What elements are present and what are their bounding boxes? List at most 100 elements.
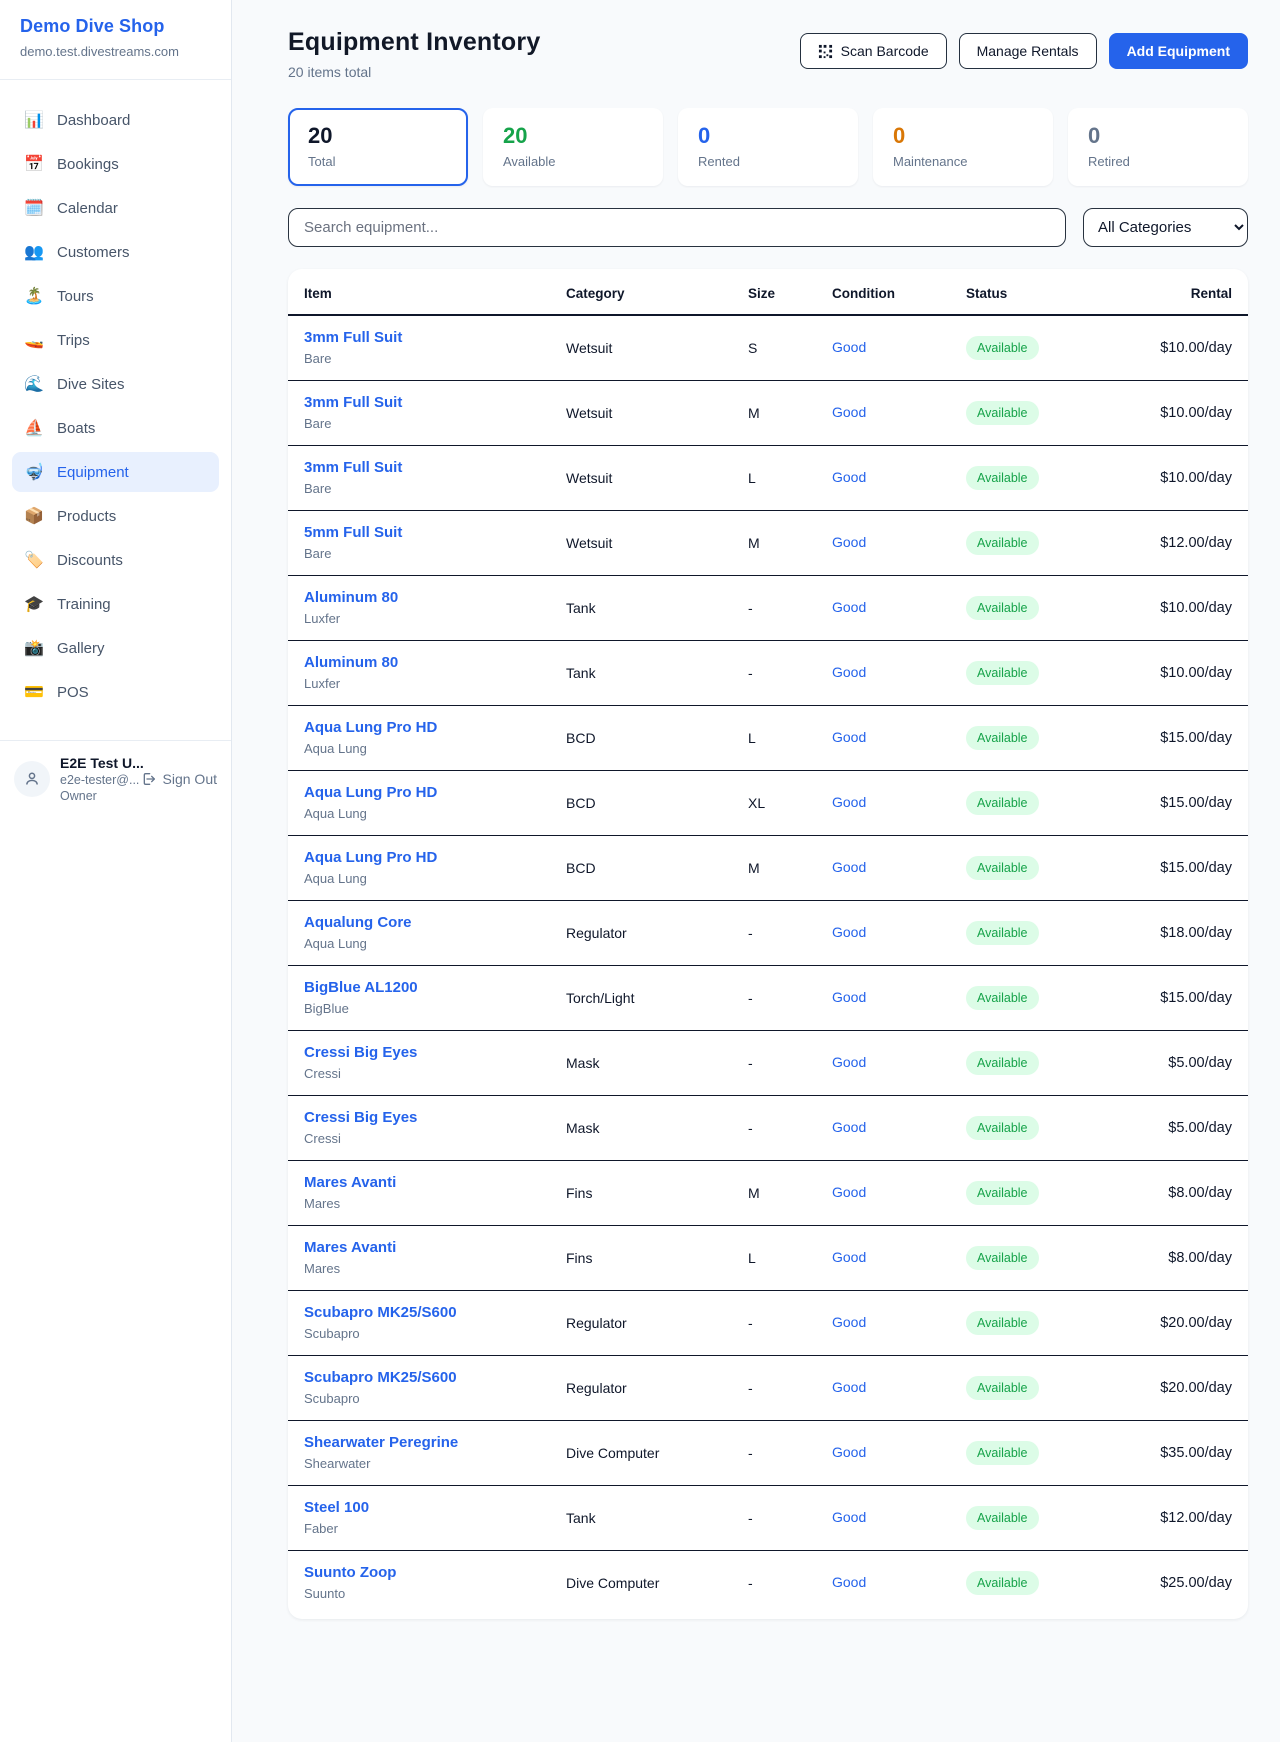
stat-label: Retired xyxy=(1088,154,1228,169)
sidebar-nav: 📊 Dashboard 📅 Bookings 🗓️ Calendar 👥 Cus… xyxy=(0,80,231,726)
item-condition-link[interactable]: Good xyxy=(832,729,866,745)
item-condition-link[interactable]: Good xyxy=(832,1574,866,1590)
nav-label: Dashboard xyxy=(57,112,130,129)
sidebar-item-trips[interactable]: 🚤 Trips xyxy=(12,320,219,360)
item-name-link[interactable]: Cressi Big Eyes xyxy=(304,1109,417,1126)
sidebar-item-calendar[interactable]: 🗓️ Calendar xyxy=(12,188,219,228)
manage-rentals-button[interactable]: Manage Rentals xyxy=(959,33,1097,69)
item-brand: Cressi xyxy=(304,1131,534,1146)
item-name-link[interactable]: BigBlue AL1200 xyxy=(304,979,418,996)
item-condition-link[interactable]: Good xyxy=(832,339,866,355)
nav-label: Gallery xyxy=(57,640,105,657)
item-condition-link[interactable]: Good xyxy=(832,1249,866,1265)
item-name-link[interactable]: Cressi Big Eyes xyxy=(304,1044,417,1061)
stat-card-total[interactable]: 20 Total xyxy=(288,108,468,186)
table-row: Aqualung Core Aqua Lung Regulator - Good… xyxy=(288,901,1248,966)
item-condition-link[interactable]: Good xyxy=(832,469,866,485)
page-header: Equipment Inventory 20 items total xyxy=(288,28,1248,80)
item-name-link[interactable]: Scubapro MK25/S600 xyxy=(304,1369,457,1386)
item-name-link[interactable]: Shearwater Peregrine xyxy=(304,1434,458,1451)
item-brand: Luxfer xyxy=(304,611,534,626)
sidebar-item-products[interactable]: 📦 Products xyxy=(12,496,219,536)
sidebar-item-pos[interactable]: 💳 POS xyxy=(12,672,219,712)
sidebar-item-dashboard[interactable]: 📊 Dashboard xyxy=(12,100,219,140)
item-condition-link[interactable]: Good xyxy=(832,1509,866,1525)
add-equipment-button[interactable]: Add Equipment xyxy=(1109,33,1248,69)
nav-label: Boats xyxy=(57,420,95,437)
item-name-link[interactable]: Aqua Lung Pro HD xyxy=(304,849,437,866)
stat-card-retired[interactable]: 0 Retired xyxy=(1068,108,1248,186)
item-rental-rate: $18.00/day xyxy=(1118,901,1248,966)
item-size: - xyxy=(732,1486,816,1551)
item-name-link[interactable]: Aqua Lung Pro HD xyxy=(304,784,437,801)
avatar xyxy=(14,761,50,797)
logout-icon xyxy=(141,771,157,787)
graduation-cap-icon: 🎓 xyxy=(24,594,44,614)
table-header: Item Category Size Condition Status Rent… xyxy=(288,269,1248,315)
user-info: E2E Test U... e2e-tester@... Owner xyxy=(60,755,131,803)
item-condition-link[interactable]: Good xyxy=(832,664,866,680)
item-name-link[interactable]: Mares Avanti xyxy=(304,1174,396,1191)
sidebar-item-boats[interactable]: ⛵ Boats xyxy=(12,408,219,448)
item-condition-link[interactable]: Good xyxy=(832,1314,866,1330)
item-condition-link[interactable]: Good xyxy=(832,859,866,875)
item-condition-link[interactable]: Good xyxy=(832,599,866,615)
sidebar-item-dive-sites[interactable]: 🌊 Dive Sites xyxy=(12,364,219,404)
item-name-link[interactable]: 5mm Full Suit xyxy=(304,524,402,541)
sidebar-item-discounts[interactable]: 🏷️ Discounts xyxy=(12,540,219,580)
brand-name[interactable]: Demo Dive Shop xyxy=(20,16,211,37)
stat-card-rented[interactable]: 0 Rented xyxy=(678,108,858,186)
sidebar-item-tours[interactable]: 🏝️ Tours xyxy=(12,276,219,316)
item-condition-link[interactable]: Good xyxy=(832,404,866,420)
sidebar-item-customers[interactable]: 👥 Customers xyxy=(12,232,219,272)
item-name-link[interactable]: Aluminum 80 xyxy=(304,589,398,606)
item-brand: Bare xyxy=(304,416,534,431)
item-condition-link[interactable]: Good xyxy=(832,534,866,550)
category-filter-select[interactable]: All Categories xyxy=(1083,208,1248,247)
item-category: Wetsuit xyxy=(550,315,732,381)
scan-barcode-button[interactable]: Scan Barcode xyxy=(800,33,947,69)
stat-card-available[interactable]: 20 Available xyxy=(483,108,663,186)
item-condition-link[interactable]: Good xyxy=(832,1379,866,1395)
item-name-link[interactable]: Mares Avanti xyxy=(304,1239,396,1256)
item-brand: Suunto xyxy=(304,1586,534,1601)
sidebar-item-equipment[interactable]: 🤿 Equipment xyxy=(12,452,219,492)
item-name-link[interactable]: 3mm Full Suit xyxy=(304,329,402,346)
sign-out-button[interactable]: Sign Out xyxy=(141,771,217,787)
status-badge: Available xyxy=(966,531,1039,555)
sidebar-item-bookings[interactable]: 📅 Bookings xyxy=(12,144,219,184)
item-name-link[interactable]: 3mm Full Suit xyxy=(304,394,402,411)
column-header-category: Category xyxy=(550,269,732,315)
people-icon: 👥 xyxy=(24,242,44,262)
item-condition-link[interactable]: Good xyxy=(832,794,866,810)
item-name-link[interactable]: Aqua Lung Pro HD xyxy=(304,719,437,736)
status-badge: Available xyxy=(966,1116,1039,1140)
item-name-link[interactable]: Aqualung Core xyxy=(304,914,412,931)
column-header-item: Item xyxy=(288,269,550,315)
item-condition-link[interactable]: Good xyxy=(832,1119,866,1135)
table-row: Mares Avanti Mares Fins M Good Available xyxy=(288,1161,1248,1226)
item-category: Tank xyxy=(550,1486,732,1551)
search-input[interactable] xyxy=(288,208,1066,247)
column-header-rental: Rental xyxy=(1118,269,1248,315)
item-name-link[interactable]: Suunto Zoop xyxy=(304,1564,396,1581)
item-name-link[interactable]: Steel 100 xyxy=(304,1499,369,1516)
item-name-link[interactable]: Scubapro MK25/S600 xyxy=(304,1304,457,1321)
wave-icon: 🌊 xyxy=(24,374,44,394)
item-name-link[interactable]: Aluminum 80 xyxy=(304,654,398,671)
item-category: Dive Computer xyxy=(550,1551,732,1616)
item-condition-link[interactable]: Good xyxy=(832,1184,866,1200)
item-condition-link[interactable]: Good xyxy=(832,1444,866,1460)
item-condition-link[interactable]: Good xyxy=(832,924,866,940)
item-name-link[interactable]: 3mm Full Suit xyxy=(304,459,402,476)
item-brand: Luxfer xyxy=(304,676,534,691)
sidebar-item-gallery[interactable]: 📸 Gallery xyxy=(12,628,219,668)
status-badge: Available xyxy=(966,596,1039,620)
nav-label: Dive Sites xyxy=(57,376,125,393)
item-condition-link[interactable]: Good xyxy=(832,989,866,1005)
item-category: Regulator xyxy=(550,1356,732,1421)
sidebar-item-training[interactable]: 🎓 Training xyxy=(12,584,219,624)
stat-card-maintenance[interactable]: 0 Maintenance xyxy=(873,108,1053,186)
item-condition-link[interactable]: Good xyxy=(832,1054,866,1070)
sign-out-label: Sign Out xyxy=(163,771,217,787)
